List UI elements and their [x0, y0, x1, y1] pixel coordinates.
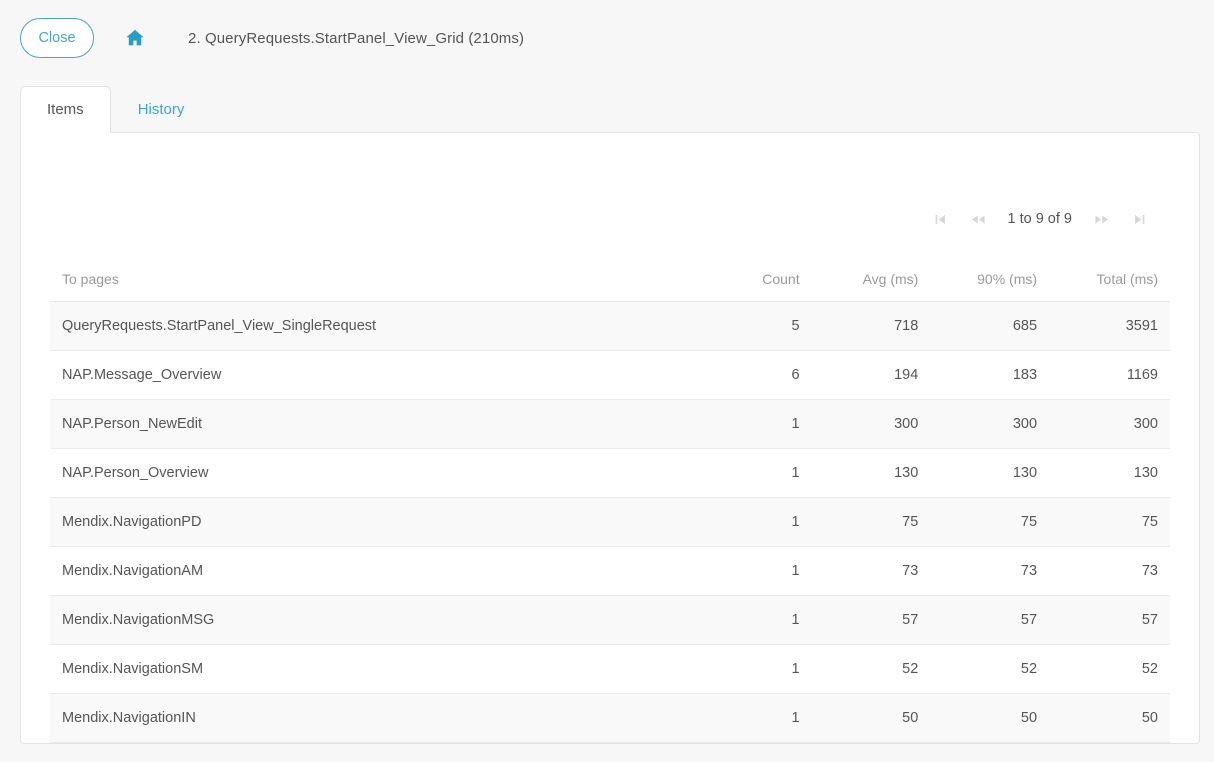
cell-avg: 718: [811, 301, 931, 351]
first-page-icon[interactable]: [922, 206, 960, 232]
cell-p90: 685: [930, 301, 1050, 351]
column-header-to-pages[interactable]: To pages: [50, 271, 700, 302]
cell-count: 1: [699, 399, 812, 449]
column-header-p90[interactable]: 90% (ms): [930, 271, 1050, 302]
cell-to-pages: Mendix.NavigationAM: [50, 546, 700, 596]
cell-to-pages: NAP.Person_Overview: [50, 448, 700, 498]
cell-avg: 57: [811, 595, 931, 645]
cell-total: 50: [1049, 693, 1170, 743]
performance-table: To pages Count Avg (ms) 90% (ms) Total (…: [50, 271, 1170, 743]
column-header-total[interactable]: Total (ms): [1049, 271, 1170, 302]
tab-bar: Items History: [0, 80, 1214, 133]
app-root: Close 2. QueryRequests.StartPanel_View_G…: [0, 0, 1214, 762]
cell-to-pages: Mendix.NavigationPD: [50, 497, 700, 547]
grid-container: 1 to 9 of 9 To pages Count Avg (ms) 90% …: [21, 133, 1199, 743]
tab-items[interactable]: Items: [20, 86, 111, 133]
cell-to-pages: Mendix.NavigationIN: [50, 693, 700, 743]
tab-items-label: Items: [47, 101, 84, 118]
cell-total: 300: [1049, 399, 1170, 449]
cell-total: 130: [1049, 448, 1170, 498]
table-row[interactable]: NAP.Person_Overview 1 130 130 130: [50, 448, 1170, 498]
tab-history[interactable]: History: [111, 86, 212, 132]
cell-count: 1: [699, 546, 812, 596]
cell-count: 5: [699, 301, 812, 351]
cell-total: 1169: [1049, 350, 1170, 400]
cell-total: 73: [1049, 546, 1170, 596]
cell-p90: 73: [930, 546, 1050, 596]
cell-p90: 52: [930, 644, 1050, 694]
cell-p90: 183: [930, 350, 1050, 400]
cell-to-pages: NAP.Person_NewEdit: [50, 399, 700, 449]
table-row[interactable]: Mendix.NavigationAM 1 73 73 73: [50, 546, 1170, 596]
cell-count: 1: [699, 448, 812, 498]
cell-avg: 130: [811, 448, 931, 498]
cell-avg: 194: [811, 350, 931, 400]
home-icon[interactable]: [124, 27, 146, 49]
cell-total: 52: [1049, 644, 1170, 694]
cell-to-pages: Mendix.NavigationMSG: [50, 595, 700, 645]
tab-history-label: History: [137, 101, 185, 118]
cell-count: 1: [699, 644, 812, 694]
cell-p90: 300: [930, 399, 1050, 449]
cell-p90: 50: [930, 693, 1050, 743]
cell-avg: 75: [811, 497, 931, 547]
table-header-row: To pages Count Avg (ms) 90% (ms) Total (…: [50, 271, 1170, 302]
table-row[interactable]: Mendix.NavigationSM 1 52 52 52: [50, 644, 1170, 694]
cell-count: 1: [699, 595, 812, 645]
cell-p90: 75: [930, 497, 1050, 547]
cell-total: 3591: [1049, 301, 1170, 351]
cell-to-pages: QueryRequests.StartPanel_View_SingleRequ…: [50, 301, 700, 351]
content-panel: 1 to 9 of 9 To pages Count Avg (ms) 90% …: [20, 132, 1200, 744]
cell-total: 57: [1049, 595, 1170, 645]
table-header: To pages Count Avg (ms) 90% (ms) Total (…: [50, 271, 1170, 302]
last-page-icon[interactable]: [1120, 206, 1158, 232]
table-row[interactable]: NAP.Person_NewEdit 1 300 300 300: [50, 399, 1170, 449]
cell-avg: 300: [811, 399, 931, 449]
cell-avg: 73: [811, 546, 931, 596]
next-page-icon[interactable]: [1082, 206, 1120, 232]
cell-to-pages: NAP.Message_Overview: [50, 350, 700, 400]
page-title: 2. QueryRequests.StartPanel_View_Grid (2…: [188, 29, 525, 47]
previous-page-icon[interactable]: [960, 206, 998, 232]
header-bar: Close 2. QueryRequests.StartPanel_View_G…: [0, 0, 1214, 58]
cell-count: 6: [699, 350, 812, 400]
pagination-bar: 1 to 9 of 9: [50, 133, 1170, 249]
close-button[interactable]: Close: [20, 18, 94, 58]
column-header-avg[interactable]: Avg (ms): [811, 271, 931, 302]
table-body: QueryRequests.StartPanel_View_SingleRequ…: [50, 301, 1170, 743]
cell-to-pages: Mendix.NavigationSM: [50, 644, 700, 694]
column-header-count[interactable]: Count: [699, 271, 812, 302]
cell-count: 1: [699, 693, 812, 743]
cell-avg: 50: [811, 693, 931, 743]
table-row[interactable]: Mendix.NavigationPD 1 75 75 75: [50, 497, 1170, 547]
table-row[interactable]: NAP.Message_Overview 6 194 183 1169: [50, 350, 1170, 400]
cell-count: 1: [699, 497, 812, 547]
cell-avg: 52: [811, 644, 931, 694]
table-row[interactable]: QueryRequests.StartPanel_View_SingleRequ…: [50, 301, 1170, 351]
cell-p90: 130: [930, 448, 1050, 498]
table-row[interactable]: Mendix.NavigationMSG 1 57 57 57: [50, 595, 1170, 645]
cell-p90: 57: [930, 595, 1050, 645]
table-row[interactable]: Mendix.NavigationIN 1 50 50 50: [50, 693, 1170, 743]
pagination-status: 1 to 9 of 9: [1007, 211, 1073, 227]
cell-total: 75: [1049, 497, 1170, 547]
